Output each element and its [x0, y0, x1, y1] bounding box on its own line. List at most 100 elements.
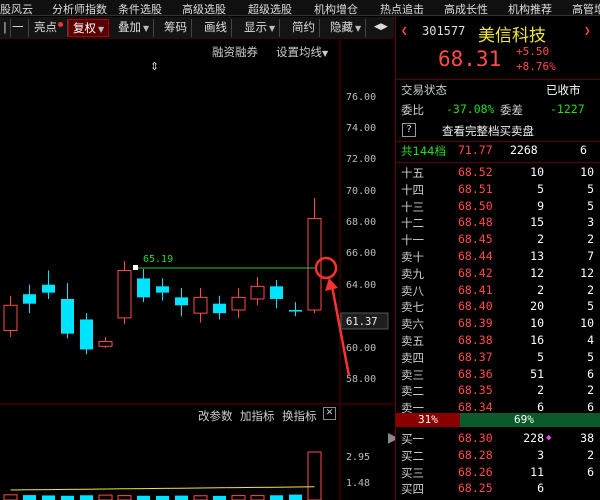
candle-body[interactable] — [42, 284, 55, 293]
weibi-label: 委比 — [401, 103, 424, 117]
sell-row[interactable]: 卖九 68.42 12 12 — [396, 266, 600, 282]
price-marker-handle[interactable] — [133, 265, 138, 270]
toolbar-display-dropdown[interactable]: 显示 ▼ — [240, 19, 281, 37]
sell-volume: 2 — [537, 383, 544, 398]
toolbar-chips-button[interactable]: 筹码 — [160, 19, 192, 37]
chart-toolbar: | 一 亮点 复权 ▼ 叠加 ▼ 筹码 画线 显示 ▼ 简约 隐藏 ▼ ◀▶ — [0, 17, 394, 39]
status-value: 已收市 — [546, 83, 581, 97]
sell-row[interactable]: 十一 68.45 2 2 — [396, 232, 600, 248]
last-price: 68.31 — [438, 47, 502, 71]
buy-row[interactable]: 买四 68.25 6 — [396, 481, 600, 497]
sell-volume: 5 — [537, 349, 544, 364]
candle-body[interactable] — [289, 310, 302, 312]
divider — [396, 141, 600, 142]
sell-row[interactable]: 卖十 68.44 13 7 — [396, 249, 600, 265]
sell-level-label: 卖七 — [401, 300, 424, 315]
candle-body[interactable] — [117, 270, 132, 319]
menu-item-institution-recommend[interactable]: 机构推荐 — [508, 1, 552, 15]
sell-level-label: 卖五 — [401, 334, 424, 348]
menu-item-hot-tracking[interactable]: 热点追击 — [380, 1, 424, 15]
toolbar-overlay-dropdown[interactable]: 叠加 ▼ — [114, 19, 155, 37]
buy-volume: 228 — [523, 431, 544, 445]
next-stock-icon[interactable]: ❯ — [584, 24, 591, 37]
menu-item-super-picker[interactable]: 超级选股 — [248, 1, 292, 15]
menu-item-executive-increase[interactable]: 高管增 — [572, 1, 600, 15]
candle-body[interactable] — [23, 294, 36, 304]
prev-stock-icon[interactable]: ❮ — [401, 24, 408, 37]
menu-item-advanced-picker[interactable]: 高级选股 — [182, 1, 226, 15]
price-marker-label: 65.19 — [143, 254, 173, 265]
menu-item-condition-picker[interactable]: 条件选股 — [118, 1, 162, 15]
sell-level-label: 卖九 — [401, 266, 424, 281]
sell-row[interactable]: 卖七 68.40 20 5 — [396, 299, 600, 315]
price-summary: 68.31 +5.50 +8.76% — [396, 45, 600, 77]
candle-body[interactable] — [175, 297, 188, 306]
sell-count: 5 — [587, 198, 594, 213]
buy-row[interactable]: 买三 68.26 11 6 — [396, 465, 600, 481]
sell-price: 68.52 — [458, 165, 493, 179]
current-price-tag-text: 61.37 — [346, 316, 378, 328]
toolbar-hide-dropdown[interactable]: 隐藏 ▼ — [326, 19, 367, 37]
stock-name: 美信科技 — [478, 26, 546, 46]
sell-count: 5 — [587, 299, 594, 314]
sell-row[interactable]: 卖三 68.36 51 6 — [396, 367, 600, 383]
annotation-arrow-head — [325, 278, 338, 291]
candle-body[interactable] — [270, 286, 283, 299]
sell-row[interactable]: 卖四 68.37 5 5 — [396, 350, 600, 366]
candle-body[interactable] — [231, 296, 246, 311]
weicha-value: -1227 — [550, 102, 585, 116]
sell-row[interactable]: 十三 68.50 9 5 — [396, 199, 600, 215]
candle-body[interactable] — [156, 286, 169, 293]
sell-row[interactable]: 卖五 68.38 16 4 — [396, 333, 600, 349]
sell-count: 2 — [587, 383, 594, 398]
volume-bar — [117, 495, 132, 500]
buy-level-label: 买三 — [401, 465, 424, 480]
sell-level-label: 卖十 — [401, 250, 424, 264]
levels-label: 共144档 — [401, 144, 446, 158]
hide-label: 隐藏 — [330, 20, 353, 34]
candle-body[interactable] — [193, 296, 208, 314]
sell-price: 68.44 — [458, 249, 493, 263]
volume-bar — [23, 495, 36, 500]
toolbar-highlight-button[interactable]: 亮点 — [30, 19, 68, 37]
toolbar-scroll-arrows[interactable]: ◀▶ — [370, 19, 392, 37]
candle-body[interactable] — [98, 341, 113, 347]
candle-body[interactable] — [61, 298, 74, 334]
stock-code: 301577 — [422, 24, 466, 38]
volume-bar — [175, 495, 188, 500]
sell-price: 68.40 — [458, 299, 493, 314]
candle-body[interactable] — [213, 303, 226, 314]
candle-body[interactable] — [307, 217, 322, 311]
toolbar-minus-button[interactable]: 一 — [8, 19, 29, 37]
panel-splitter-handle[interactable]: ▶ — [388, 430, 399, 460]
sell-row[interactable]: 十五 68.52 10 10 — [396, 165, 600, 181]
menu-item-high-growth[interactable]: 高成长性 — [444, 1, 488, 15]
buy-row[interactable]: 买一 68.30 228 ◆ 38 — [396, 431, 600, 447]
sell-price: 68.51 — [458, 181, 493, 196]
toolbar-fuquan-dropdown[interactable]: 复权 ▼ — [68, 19, 110, 37]
chevron-down-icon: ▼ — [269, 24, 276, 33]
buy-row[interactable]: 买二 68.28 3 2 — [396, 448, 600, 464]
menu-item-institution-increase[interactable]: 机构增仓 — [314, 1, 358, 15]
sell-row[interactable]: 卖六 68.39 10 10 — [396, 316, 600, 332]
sell-count: 6 — [587, 366, 594, 381]
full-book-row[interactable]: ? 查看完整档买卖盘 — [396, 122, 600, 140]
volume-bar — [61, 495, 74, 500]
toolbar-draw-button[interactable]: 画线 — [200, 19, 232, 37]
menu-item-analyst-index[interactable]: 分析师指数 — [52, 1, 107, 15]
menu-item-gu-fengyun[interactable]: 股风云 — [0, 1, 33, 15]
toolbar-brief-button[interactable]: 简约 — [288, 19, 320, 37]
candle-body[interactable] — [3, 304, 18, 332]
quote-panel: ❮ 301577 美信科技 ❯ 68.31 +5.50 +8.76% 交易状态 … — [395, 17, 600, 500]
candle-body[interactable] — [250, 285, 265, 300]
sell-volume: 2 — [537, 282, 544, 297]
candle-body[interactable] — [80, 319, 93, 350]
full-book-link[interactable]: 查看完整档买卖盘 — [442, 123, 534, 139]
sell-row[interactable]: 十四 68.51 5 5 — [396, 182, 600, 198]
kline-chart-area[interactable]: 融资融券 设置均线▼ ⇕ 76.00 74.00 72.00 70.00 68.… — [0, 40, 394, 500]
sell-row[interactable]: 卖二 68.35 2 2 — [396, 383, 600, 399]
candle-body[interactable] — [137, 278, 150, 298]
sell-volume: 5 — [537, 181, 544, 196]
sell-row[interactable]: 十二 68.48 15 3 — [396, 215, 600, 231]
sell-row[interactable]: 卖八 68.41 2 2 — [396, 283, 600, 299]
